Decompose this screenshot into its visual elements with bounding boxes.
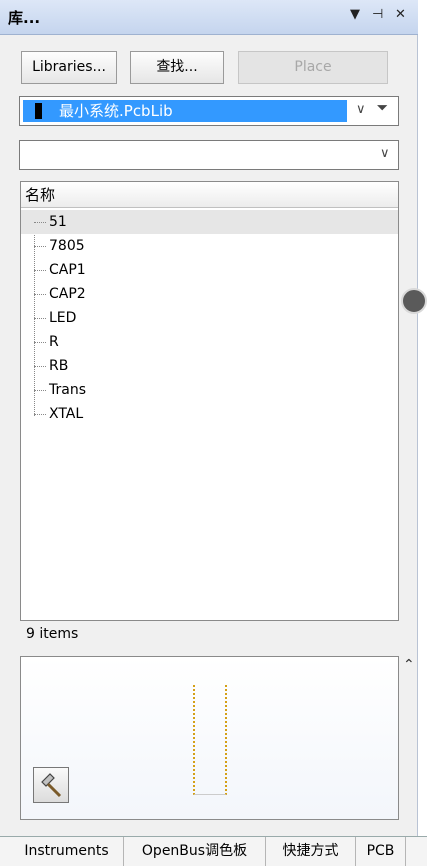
tree-branch [34, 270, 46, 271]
hammer-icon[interactable] [33, 767, 69, 803]
library-select-value: 最小系统.PcbLib [23, 100, 347, 122]
tree-branch [34, 222, 46, 223]
footprint-preview [20, 656, 399, 820]
list-item-label: 51 [49, 214, 67, 230]
list-item[interactable]: 51 [21, 210, 398, 234]
library-name: 最小系统.PcbLib [59, 102, 173, 120]
libraries-button[interactable]: Libraries... [21, 51, 117, 84]
scroll-up-icon[interactable]: ⌃ [403, 657, 415, 673]
item-count: 9 items [26, 626, 79, 642]
tab-shortcuts[interactable]: 快捷方式 [266, 837, 356, 866]
expand-icon[interactable]: ⏷ [377, 101, 387, 116]
footprint-outline [193, 685, 227, 795]
chevron-down-icon[interactable]: ∨ [356, 102, 366, 117]
list-item-label: XTAL [49, 406, 84, 422]
libraries-panel: 库... ▼ ⊣ ✕ Libraries... 查找... Place 最小系统… [0, 0, 418, 836]
tab-pcb[interactable]: PCB [356, 837, 406, 866]
bottom-tab-bar: Instruments OpenBus调色板 快捷方式 PCB [0, 836, 427, 866]
column-header-name[interactable]: 名称 [21, 182, 398, 208]
list-item-label: Trans [49, 382, 86, 398]
list-item[interactable]: LED [21, 306, 398, 330]
list-item[interactable]: XTAL [21, 402, 398, 426]
tree-branch [34, 390, 46, 391]
list-item-label: LED [49, 310, 77, 326]
place-button[interactable]: Place [238, 51, 388, 84]
list-item[interactable]: R [21, 330, 398, 354]
chevron-down-icon[interactable]: ∨ [380, 146, 390, 161]
list-item[interactable]: CAP2 [21, 282, 398, 306]
list-item-label: R [49, 334, 59, 350]
tree-branch [34, 294, 46, 295]
list-item-label: CAP2 [49, 286, 86, 302]
list-item-label: CAP1 [49, 262, 86, 278]
list-item-label: 7805 [49, 238, 85, 254]
list-item[interactable]: Trans [21, 378, 398, 402]
filter-select[interactable]: ∨ [19, 140, 399, 170]
list-item[interactable]: CAP1 [21, 258, 398, 282]
list-item[interactable]: RB [21, 354, 398, 378]
pin-icon[interactable]: ⊣ [372, 7, 383, 22]
panel-title: 库... [8, 9, 41, 27]
close-icon[interactable]: ✕ [395, 7, 406, 22]
component-list[interactable]: 名称 51 7805 CAP1 CAP2 LED R RB Trans XTAL [20, 181, 399, 621]
list-item-label: RB [49, 358, 69, 374]
library-select[interactable]: 最小系统.PcbLib ∨ ⏷ [19, 96, 399, 126]
library-color-swatch [35, 103, 42, 119]
tree-branch [34, 318, 46, 319]
tab-instruments[interactable]: Instruments [10, 837, 124, 866]
tree-branch [34, 366, 46, 367]
panel-titlebar: 库... ▼ ⊣ ✕ [0, 0, 418, 35]
tree-branch [34, 246, 46, 247]
search-button[interactable]: 查找... [130, 51, 224, 84]
list-item[interactable]: 7805 [21, 234, 398, 258]
tree-branch [34, 342, 46, 343]
tab-openbus[interactable]: OpenBus调色板 [124, 837, 266, 866]
side-toggle-icon[interactable] [401, 288, 427, 314]
dropdown-icon[interactable]: ▼ [350, 7, 360, 22]
tree-branch [34, 414, 46, 415]
